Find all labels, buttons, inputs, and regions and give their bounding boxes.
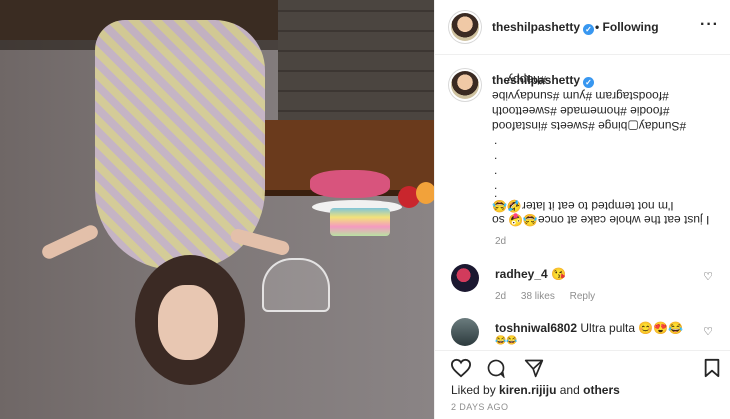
more-options-icon[interactable]: ··· xyxy=(700,16,719,34)
photo-face xyxy=(158,285,218,360)
save-bookmark-icon[interactable] xyxy=(703,358,721,378)
comment-likes[interactable]: 38 likes xyxy=(521,291,555,302)
photo-arm-right xyxy=(229,227,291,257)
comment-text: Ultra pulta 😊😍😂 xyxy=(580,321,684,335)
caption-line: #foodstagram #yum #sundayvibe xyxy=(492,89,669,103)
photo-rainbow-cake xyxy=(330,208,390,236)
like-heart-icon[interactable] xyxy=(450,358,472,378)
photo-orange xyxy=(416,182,434,204)
caption-line: #happy xyxy=(507,73,547,87)
following-button[interactable]: Following xyxy=(603,20,659,34)
photo-dragonfruit xyxy=(310,170,390,198)
author-avatar[interactable] xyxy=(451,13,479,41)
comment-meta: 2d 38 likes Reply xyxy=(495,291,607,302)
comment-bubble-icon[interactable] xyxy=(485,358,507,378)
comment-username[interactable]: radhey_4 xyxy=(495,267,548,281)
comment-text: 😘 xyxy=(551,267,566,281)
liked-by-and: and xyxy=(559,383,580,397)
action-bar xyxy=(435,350,730,381)
caption-dot: . xyxy=(494,163,498,177)
post-timestamp[interactable]: 2 DAYS AGO xyxy=(451,402,508,412)
comment-time: 2d xyxy=(495,291,507,302)
following-status[interactable]: • Following xyxy=(595,20,659,34)
share-plane-icon[interactable] xyxy=(523,358,545,378)
caption-line: I'm not tempted to eat it later🤣😂 xyxy=(492,199,674,213)
caption-author-avatar[interactable] xyxy=(451,71,479,99)
liked-by-others[interactable]: others xyxy=(583,383,620,397)
verified-badge-icon: ✓ xyxy=(583,24,595,35)
post-header: theshilpashetty ✓ • Following ··· xyxy=(435,0,730,55)
author-username[interactable]: theshilpashetty ✓ xyxy=(492,20,595,35)
caption-dot: . xyxy=(494,133,498,147)
liked-by-user[interactable]: kiren.rijiju xyxy=(499,383,556,397)
comment-reply-button[interactable]: Reply xyxy=(570,291,596,302)
liked-by-summary: Liked by kiren.rijiju and others xyxy=(451,383,620,397)
comment-avatar[interactable] xyxy=(451,264,479,292)
caption-time: 2d xyxy=(495,236,507,247)
comment-like-icon[interactable]: ♡ xyxy=(703,270,713,283)
comment-row: toshniwal6802 Ultra pulta 😊😍😂 xyxy=(495,321,683,335)
liked-by-prefix: Liked by xyxy=(451,383,496,397)
photo-glass-dome xyxy=(262,258,330,312)
caption-line: #Sunday▢binge #sweets #instafood xyxy=(492,119,687,133)
follow-separator: • xyxy=(595,20,600,34)
post-photo[interactable] xyxy=(0,0,434,419)
comment-username[interactable]: toshniwal6802 xyxy=(495,321,577,335)
comment-text-continued: 😂😂 xyxy=(495,335,518,345)
comment-like-icon[interactable]: ♡ xyxy=(703,325,713,338)
post-side-panel: theshilpashetty ✓ • Following ··· theshil… xyxy=(434,0,730,419)
author-username-text[interactable]: theshilpashetty xyxy=(492,20,580,34)
caption-dot: . xyxy=(494,148,498,162)
comment-avatar[interactable] xyxy=(451,318,479,346)
caption-line: #foodie #homemade #sweettooth xyxy=(492,104,670,118)
photo-arm-left xyxy=(39,222,101,262)
comment-row: radhey_4 😘 xyxy=(495,267,566,281)
caption-line: I just eat the whole cake at once😂🤪 so xyxy=(492,213,710,227)
caption-dot: . xyxy=(494,186,498,200)
